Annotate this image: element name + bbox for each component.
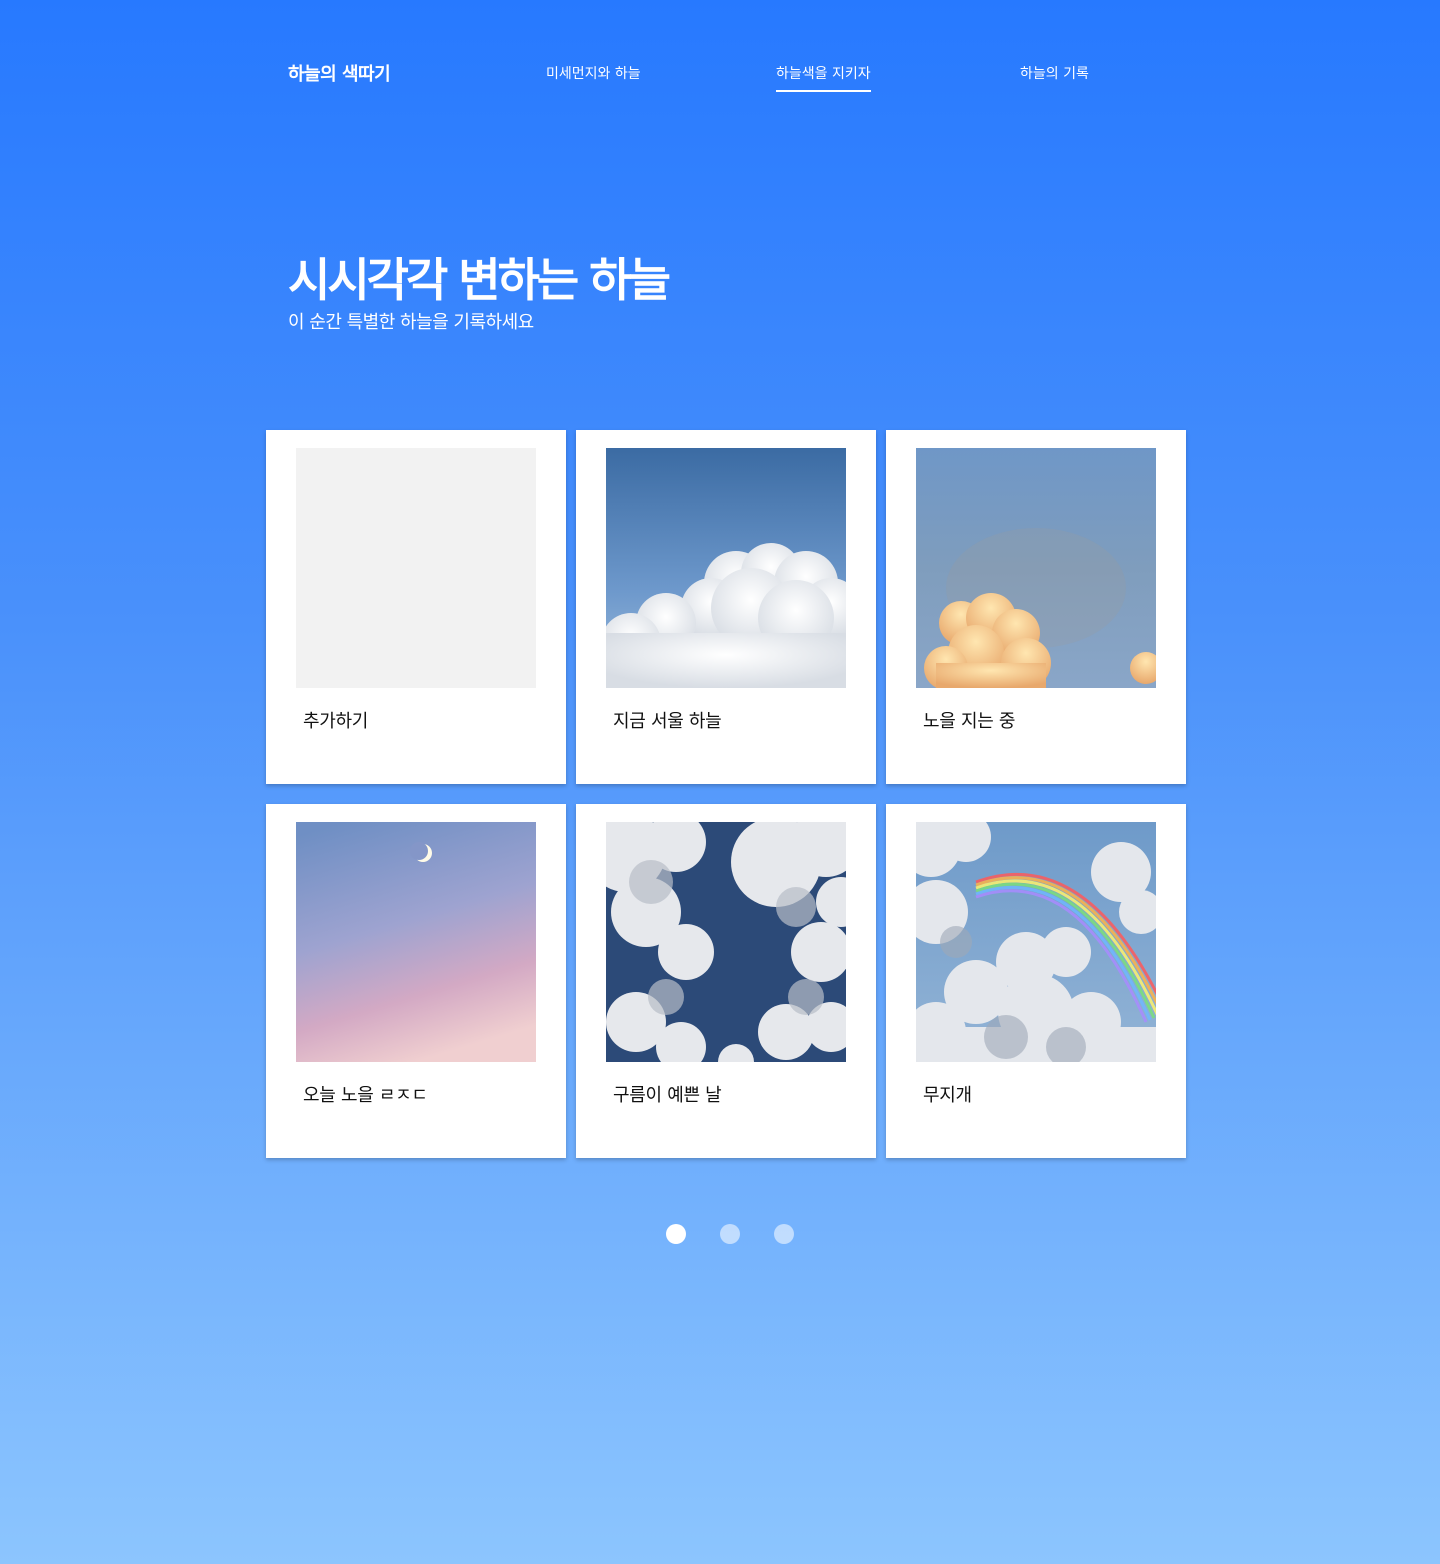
- pink-sky-moon-photo: [296, 822, 536, 1062]
- pagination-dot-2[interactable]: [720, 1224, 740, 1244]
- sunset-clouds-photo: [916, 448, 1156, 688]
- photo-card[interactable]: 무지개: [886, 804, 1186, 1158]
- nav-link-sky-records[interactable]: 하늘의 기록: [1020, 63, 1089, 83]
- pagination-dot-1[interactable]: [666, 1224, 686, 1244]
- add-photo-card[interactable]: 추가하기: [266, 430, 566, 784]
- top-navigation: 하늘의 색따기 미세먼지와 하늘 하늘색을 지키자 하늘의 기록: [0, 0, 1440, 110]
- nav-link-protect-sky[interactable]: 하늘색을 지키자: [776, 63, 871, 92]
- nav-link-fine-dust[interactable]: 미세먼지와 하늘: [546, 63, 641, 83]
- card-caption: 오늘 노을 ㄹㅈㄷ: [303, 1085, 428, 1106]
- hero-subtitle: 이 순간 특별한 하늘을 기록하세요: [288, 312, 534, 333]
- photo-card[interactable]: 노을 지는 중: [886, 430, 1186, 784]
- photo-card[interactable]: 구름이 예쁜 날: [576, 804, 876, 1158]
- photo-grid: 추가하기 지금 서울 하늘 노을 지는 중 오늘 노을 ㄹㅈㄷ 구름이 예쁜 날…: [266, 430, 1186, 1158]
- scattered-clouds-photo: [606, 822, 846, 1062]
- photo-card[interactable]: 지금 서울 하늘: [576, 430, 876, 784]
- rainbow-clouds-photo: [916, 822, 1156, 1062]
- photo-card[interactable]: 오늘 노을 ㄹㅈㄷ: [266, 804, 566, 1158]
- hero-title: 시시각각 변하는 하늘: [288, 253, 671, 307]
- card-caption: 노을 지는 중: [923, 711, 1016, 732]
- card-caption: 추가하기: [303, 711, 369, 732]
- pagination-dots: [666, 1224, 794, 1244]
- card-caption: 구름이 예쁜 날: [613, 1085, 722, 1106]
- cumulus-clouds-photo: [606, 448, 846, 688]
- empty-photo-placeholder[interactable]: [296, 448, 536, 688]
- pagination-dot-3[interactable]: [774, 1224, 794, 1244]
- card-caption: 지금 서울 하늘: [613, 711, 722, 732]
- card-caption: 무지개: [923, 1085, 972, 1106]
- site-logo[interactable]: 하늘의 색따기: [288, 60, 391, 86]
